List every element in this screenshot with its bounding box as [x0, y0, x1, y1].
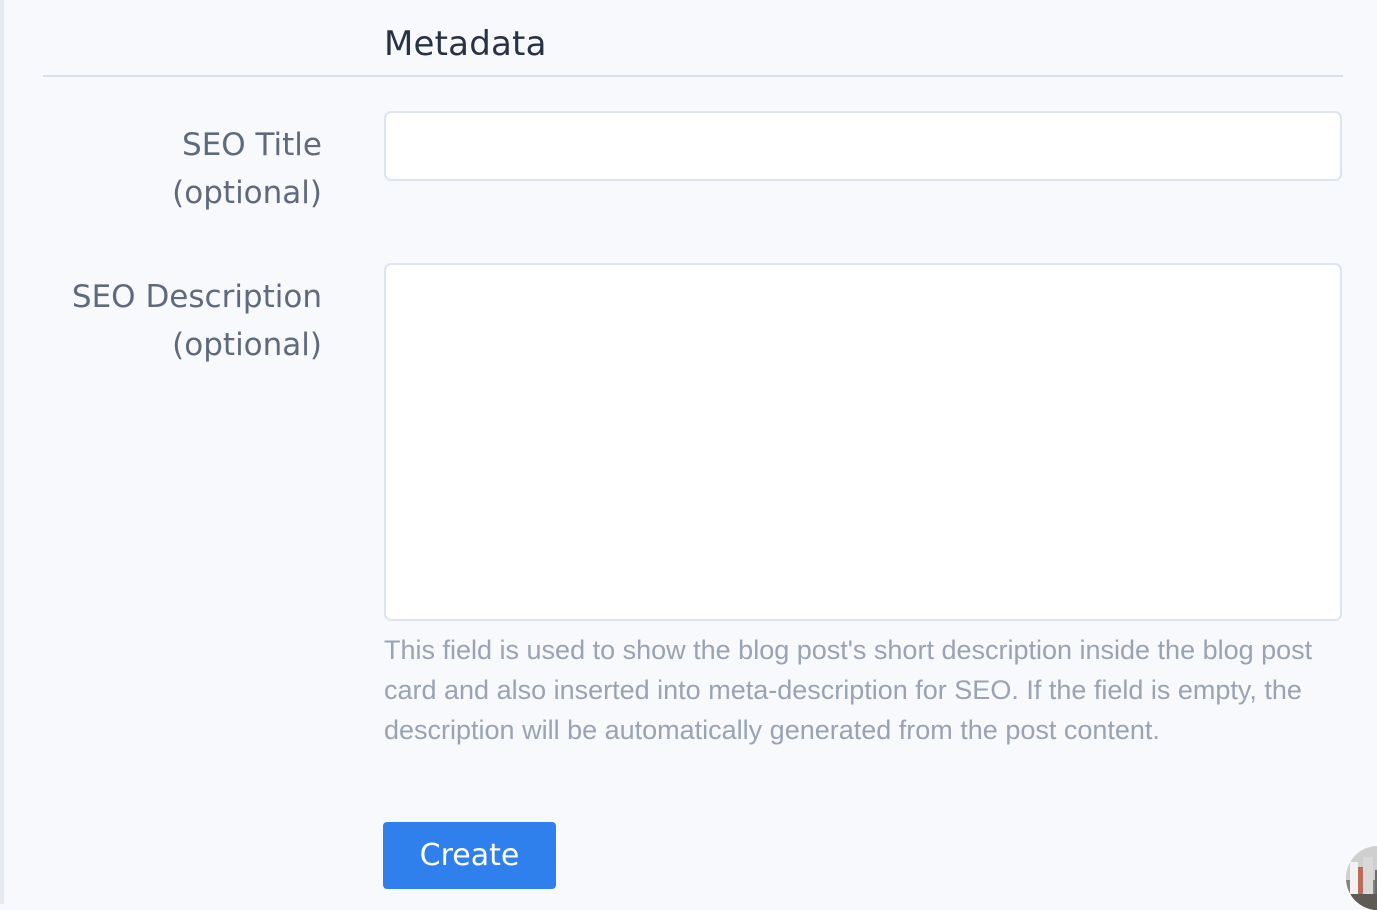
section-divider: [43, 75, 1343, 77]
seo-title-input[interactable]: [384, 111, 1342, 181]
seo-description-help-text: This field is used to show the blog post…: [384, 635, 1313, 745]
left-edge: [0, 0, 4, 904]
seo-description-label: SEO Description (optional): [71, 279, 322, 363]
metadata-title: Metadata: [384, 24, 547, 64]
create-button[interactable]: Create: [383, 822, 556, 889]
seo-description-textarea[interactable]: [384, 263, 1342, 621]
seo-title-label: SEO Title (optional): [172, 127, 322, 211]
avatar-image: [1346, 846, 1377, 910]
avatar[interactable]: [1346, 846, 1377, 910]
